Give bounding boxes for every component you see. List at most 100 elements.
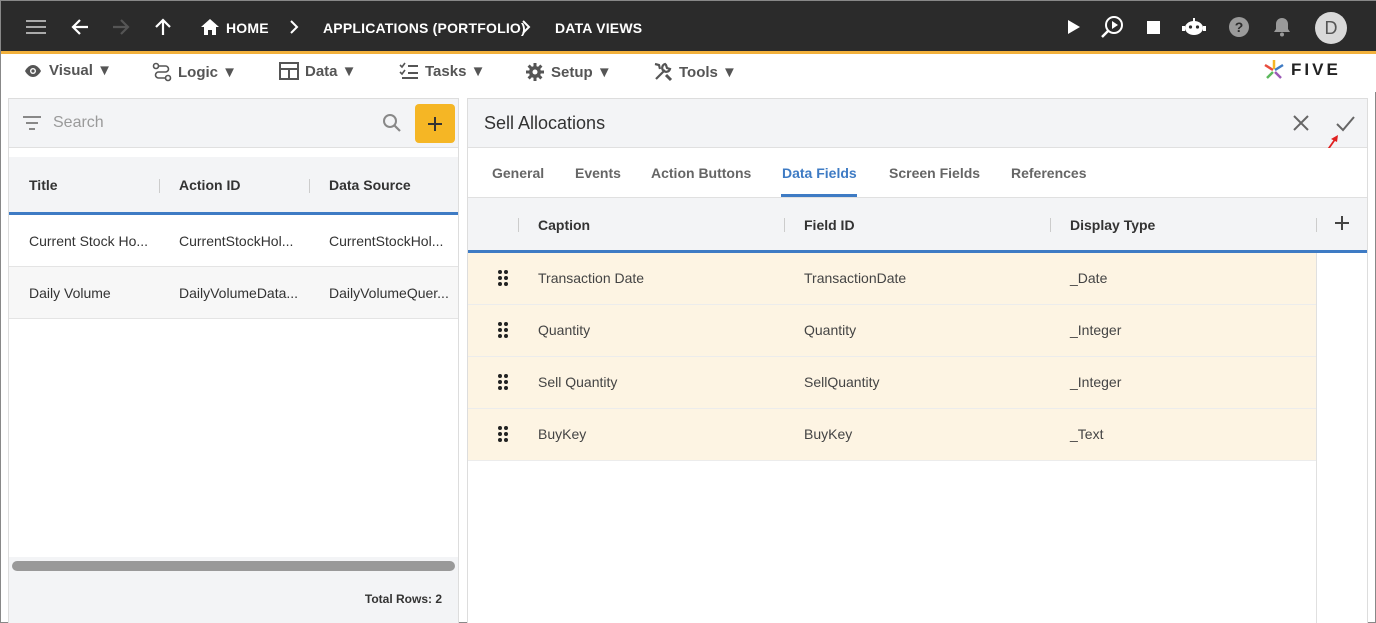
chevron-right-icon — [514, 15, 538, 39]
menu-data-label: Data ▼ — [305, 62, 357, 80]
menu-tasks[interactable]: Tasks ▼ — [399, 62, 485, 80]
cell-action-id: DailyVolumeData... — [179, 285, 299, 301]
record-title: Sell Allocations — [484, 113, 606, 133]
cell-display-type: _Text — [1070, 426, 1104, 442]
add-field-plus-icon[interactable] — [1334, 215, 1350, 231]
forward-arrow-icon[interactable] — [109, 15, 133, 39]
drag-handle-icon[interactable] — [497, 321, 509, 339]
cell-action-id: CurrentStockHol... — [179, 233, 294, 249]
menu-logic[interactable]: Logic ▼ — [152, 62, 237, 82]
column-header-display-type[interactable]: Display Type — [1070, 217, 1155, 233]
svg-text:?: ? — [1235, 19, 1244, 35]
cell-display-type: _Integer — [1070, 374, 1122, 390]
save-check-icon[interactable] — [1334, 112, 1356, 134]
five-logo-text: FIVE — [1291, 60, 1341, 79]
help-icon[interactable]: ? — [1227, 15, 1251, 39]
search-input[interactable]: Search — [53, 114, 104, 132]
menu-visual-label: Visual ▼ — [49, 62, 112, 79]
tab-references[interactable]: References — [1011, 165, 1087, 181]
cell-data-source: CurrentStockHol... — [329, 233, 444, 249]
add-record-button[interactable] — [415, 104, 455, 143]
column-header-caption[interactable]: Caption — [538, 217, 590, 233]
active-tab-indicator — [781, 194, 857, 197]
tools-wrench-icon — [654, 62, 673, 82]
column-divider[interactable] — [518, 218, 519, 232]
cell-data-source: DailyVolumeQuer... — [329, 285, 449, 301]
menu-tasks-label: Tasks ▼ — [425, 62, 486, 80]
column-divider[interactable] — [159, 179, 160, 193]
column-divider[interactable] — [309, 179, 310, 193]
menu-tools-label: Tools ▼ — [679, 63, 737, 81]
hamburger-menu-icon[interactable] — [24, 15, 48, 39]
column-divider[interactable] — [1316, 218, 1317, 232]
tab-general[interactable]: General — [492, 165, 544, 181]
user-avatar[interactable]: D — [1315, 12, 1347, 44]
menu-data[interactable]: Data ▼ — [279, 62, 357, 80]
cell-field-id: Quantity — [804, 322, 857, 338]
table-row[interactable]: Transaction Date TransactionDate _Date — [468, 253, 1317, 305]
table-row[interactable]: Daily Volume DailyVolumeData... DailyVol… — [9, 267, 458, 319]
table-row[interactable]: Sell Quantity SellQuantity _Integer — [468, 357, 1317, 409]
breadcrumb-data-views[interactable]: DATA VIEWS — [555, 20, 642, 36]
drag-handle-icon[interactable] — [497, 373, 509, 391]
five-logo: FIVE — [1263, 59, 1341, 81]
cell-caption: Sell Quantity — [538, 374, 618, 390]
breadcrumb-applications[interactable]: APPLICATIONS (PORTFOLIO) — [323, 20, 526, 36]
cell-display-type: _Integer — [1070, 322, 1122, 338]
cell-title: Daily Volume — [29, 285, 111, 301]
cell-display-type: _Date — [1070, 270, 1108, 286]
column-header-field-id[interactable]: Field ID — [804, 217, 855, 233]
tab-action-buttons[interactable]: Action Buttons — [651, 165, 751, 181]
record-detail-panel: Sell Allocations General Events Action B… — [467, 98, 1368, 623]
gear-icon — [526, 63, 544, 81]
table-row[interactable]: Quantity Quantity _Integer — [468, 305, 1317, 357]
drag-handle-icon[interactable] — [497, 425, 509, 443]
cell-field-id: SellQuantity — [804, 374, 880, 390]
table-row[interactable]: BuyKey BuyKey _Text — [468, 409, 1317, 461]
filter-icon[interactable] — [23, 116, 41, 130]
tab-bar: General Events Action Buttons Data Field… — [468, 148, 1367, 198]
cell-caption: Quantity — [538, 322, 591, 338]
home-icon[interactable] — [198, 15, 222, 39]
search-icon[interactable] — [382, 113, 402, 133]
up-arrow-icon[interactable] — [151, 15, 175, 39]
debug-search-icon[interactable] — [1100, 15, 1124, 39]
eye-icon — [25, 64, 41, 77]
column-divider[interactable] — [1050, 218, 1051, 232]
menu-logic-label: Logic ▼ — [178, 63, 238, 81]
horizontal-scrollbar[interactable] — [12, 561, 455, 571]
cell-title: Current Stock Ho... — [29, 233, 149, 249]
total-rows-count: Total Rows: 2 — [364, 592, 442, 606]
menu-setup[interactable]: Setup ▼ — [525, 62, 612, 82]
list-table-header: Title Action ID Data Source — [9, 157, 458, 215]
drag-handle-icon[interactable] — [497, 269, 509, 287]
back-arrow-icon[interactable] — [68, 15, 92, 39]
assistant-robot-icon[interactable] — [1182, 15, 1206, 39]
menu-setup-label: Setup ▼ — [551, 63, 612, 81]
column-divider[interactable] — [784, 218, 785, 232]
table-row[interactable]: Current Stock Ho... CurrentStockHol... C… — [9, 215, 458, 267]
cell-caption: Transaction Date — [538, 270, 645, 286]
plus-icon — [428, 116, 442, 131]
record-header: Sell Allocations — [468, 99, 1367, 159]
menu-tools[interactable]: Tools ▼ — [653, 62, 737, 82]
menu-bar: Visual ▼ Logic ▼ Data ▼ Tasks ▼ Setup ▼ … — [1, 54, 1376, 92]
fields-table-header: Caption Field ID Display Type — [468, 198, 1367, 253]
column-header-title[interactable]: Title — [29, 177, 58, 193]
top-bar: HOME APPLICATIONS (PORTFOLIO) DATA VIEWS… — [1, 1, 1376, 54]
data-views-list-panel: Search Title Action ID Data Source Curre… — [8, 98, 459, 623]
run-play-icon[interactable] — [1062, 15, 1086, 39]
stop-icon[interactable] — [1141, 15, 1165, 39]
breadcrumb-home[interactable]: HOME — [226, 20, 269, 36]
actions-column-divider — [1316, 253, 1317, 623]
five-logo-mark-icon — [1264, 60, 1284, 79]
close-icon[interactable] — [1290, 112, 1312, 134]
menu-visual[interactable]: Visual ▼ — [23, 62, 112, 79]
tab-events[interactable]: Events — [575, 165, 621, 181]
notifications-bell-icon[interactable] — [1270, 15, 1294, 39]
column-header-action-id[interactable]: Action ID — [179, 177, 240, 193]
column-header-data-source[interactable]: Data Source — [329, 177, 411, 193]
tab-screen-fields[interactable]: Screen Fields — [889, 165, 980, 181]
tab-data-fields[interactable]: Data Fields — [782, 165, 857, 181]
list-footer: Total Rows: 2 — [9, 557, 458, 623]
